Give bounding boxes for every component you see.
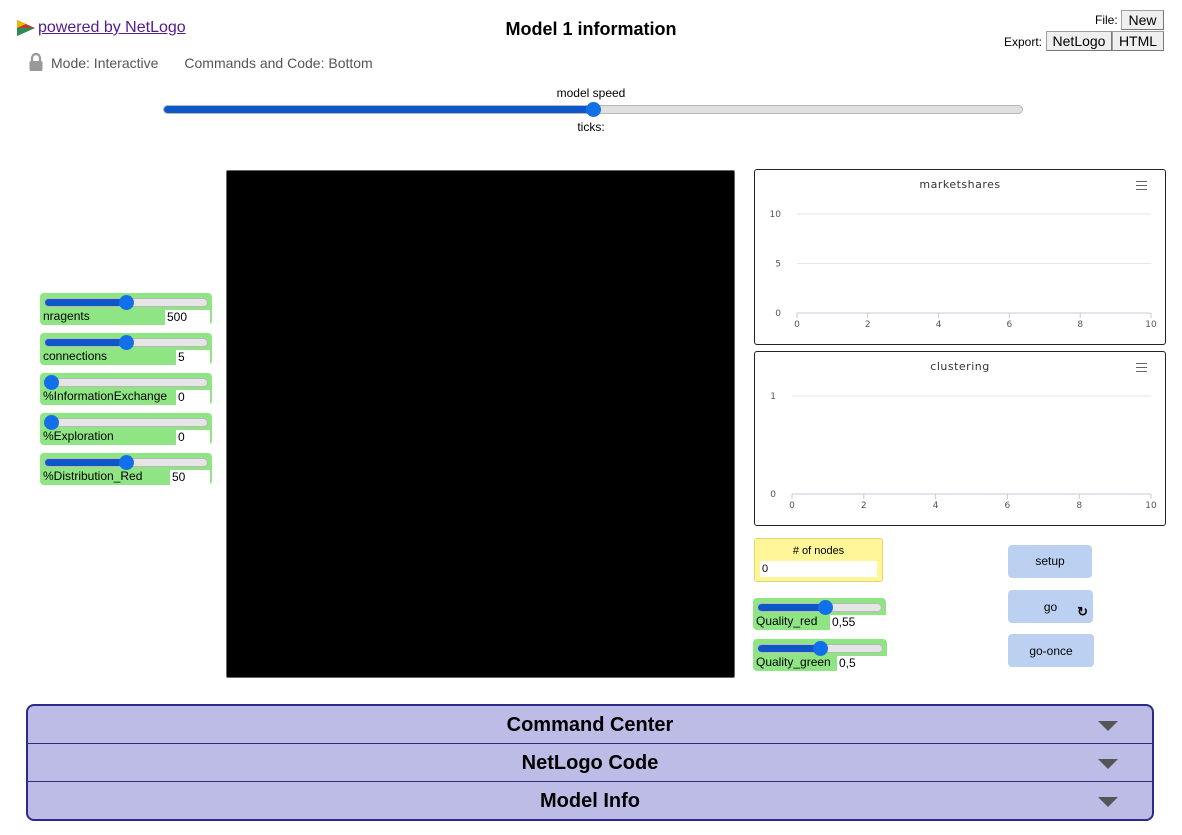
y-tick-label: 0 (770, 490, 776, 500)
export-label: Export: (1004, 35, 1043, 49)
export-netlogo-button[interactable]: NetLogo (1046, 31, 1112, 51)
new-file-button[interactable]: New (1121, 10, 1164, 30)
chevron-down-icon[interactable] (1098, 721, 1118, 731)
slider-value: 50 (170, 470, 210, 485)
x-tick-label: 4 (936, 320, 942, 330)
slider-track[interactable] (44, 378, 208, 387)
slider-label: %InformationExchange (43, 389, 168, 403)
x-tick-label: 2 (861, 501, 867, 511)
slider-distribution-red[interactable]: %Distribution_Red 50 (40, 453, 212, 485)
slider-value: 0,5 (837, 656, 887, 671)
slider-value: 0 (176, 430, 210, 445)
slider-fill (758, 604, 826, 611)
clustering-plot-title: clustering (930, 360, 990, 373)
slider-thumb[interactable] (44, 415, 59, 430)
slider-value: 5 (176, 350, 210, 365)
x-tick-label: 4 (933, 501, 939, 511)
mode-row: Mode: Interactive Commands and Code: Bot… (28, 53, 373, 72)
go-once-button-label: go-once (1029, 644, 1073, 658)
clustering-plot: 0 1 0 2 4 6 8 10 clustering (754, 351, 1166, 526)
powered-by-text[interactable]: powered by NetLogo (38, 19, 186, 37)
slider-thumb[interactable] (44, 375, 59, 390)
slider-quality-green[interactable]: Quality_green 0,5 (753, 639, 887, 671)
slider-label: %Exploration (43, 429, 114, 443)
setup-button-label: setup (1035, 554, 1065, 568)
go-button[interactable]: go ↻ (1008, 590, 1093, 623)
export-html-button[interactable]: HTML (1112, 31, 1164, 51)
slider-thumb[interactable] (813, 641, 828, 656)
slider-fill (45, 339, 126, 346)
slider-fill (758, 645, 820, 652)
model-info-header[interactable]: Model Info (28, 782, 1152, 819)
plot-menu-icon[interactable] (1136, 363, 1147, 372)
slider-thumb[interactable] (119, 455, 134, 470)
slider-thumb[interactable] (119, 335, 134, 350)
setup-button[interactable]: setup (1008, 545, 1092, 578)
slider-informationexchange[interactable]: %InformationExchange 0 (40, 373, 212, 405)
y-tick-label: 0 (775, 309, 781, 319)
y-tick-label: 10 (770, 210, 782, 220)
plot-menu-icon[interactable] (1136, 181, 1147, 190)
slider-connections[interactable]: connections 5 (40, 333, 212, 365)
model-info-title: Model Info (540, 790, 640, 812)
x-tick-label: 0 (794, 320, 800, 330)
y-tick-label: 1 (770, 392, 776, 402)
slider-thumb[interactable] (818, 600, 834, 615)
mode-label: Mode: Interactive (51, 54, 159, 71)
slider-value: 500 (165, 310, 210, 325)
file-label: File: (1095, 13, 1118, 27)
chevron-down-icon[interactable] (1098, 759, 1118, 769)
x-tick-label: 2 (865, 320, 871, 330)
y-tick-label: 5 (775, 260, 781, 270)
slider-label: Quality_red (756, 614, 818, 628)
nodes-monitor-label: # of nodes (792, 545, 845, 557)
marketshares-plot-title: marketshares (919, 178, 1001, 191)
bottom-accordion: Command Center NetLogo Code Model Info (26, 704, 1154, 821)
slider-quality-red[interactable]: Quality_red 0,55 (753, 598, 886, 630)
slider-exploration[interactable]: %Exploration 0 (40, 413, 212, 445)
slider-thumb[interactable] (119, 295, 134, 310)
model-speed-fill (164, 106, 593, 113)
model-speed-thumb[interactable] (586, 102, 601, 117)
x-tick-label: 10 (1145, 320, 1157, 330)
slider-label: %Distribution_Red (43, 469, 143, 483)
slider-label: Quality_green (756, 655, 831, 669)
slider-label: connections (43, 349, 108, 363)
forever-icon: ↻ (1077, 604, 1088, 619)
nodes-monitor: # of nodes 0 (754, 538, 883, 582)
clustering-plot-canvas: 010 2 4 6 8 10 (770, 392, 1157, 511)
x-tick-label: 6 (1007, 320, 1013, 330)
x-tick-label: 0 (789, 501, 795, 511)
world-view[interactable] (226, 170, 735, 678)
go-once-button[interactable]: go-once (1008, 634, 1094, 667)
slider-track[interactable] (44, 418, 208, 427)
model-speed-label: model speed (556, 86, 626, 100)
marketshares-plot-canvas: 0 5 10 0 2 4 6 8 10 (770, 210, 1157, 330)
x-tick-label: 8 (1076, 501, 1082, 511)
lock-icon[interactable] (28, 53, 44, 72)
ticks-label: ticks: (577, 120, 605, 134)
slider-value: 0 (176, 390, 210, 405)
x-tick-label: 10 (1145, 501, 1157, 511)
x-tick-label: 8 (1077, 320, 1083, 330)
slider-value: 0,55 (830, 615, 886, 630)
chevron-down-icon[interactable] (1098, 797, 1118, 807)
slider-fill (45, 299, 126, 306)
command-center-header[interactable]: Command Center (28, 706, 1152, 744)
powered-by-netlogo-link[interactable]: powered by NetLogo (16, 19, 186, 37)
nodes-monitor-value: 0 (760, 561, 877, 577)
command-center-title: Command Center (506, 714, 674, 736)
slider-nragents[interactable]: nragents 500 (40, 293, 212, 325)
slider-label: nragents (43, 309, 90, 323)
slider-fill (45, 459, 126, 466)
netlogo-code-title: NetLogo Code (521, 752, 659, 774)
netlogo-logo-icon (17, 20, 35, 36)
marketshares-plot: 0 5 10 0 2 4 6 8 10 marketshares (754, 169, 1166, 345)
commands-position-label: Commands and Code: Bottom (184, 54, 373, 71)
netlogo-code-header[interactable]: NetLogo Code (28, 744, 1152, 782)
x-tick-label: 6 (1005, 501, 1011, 511)
